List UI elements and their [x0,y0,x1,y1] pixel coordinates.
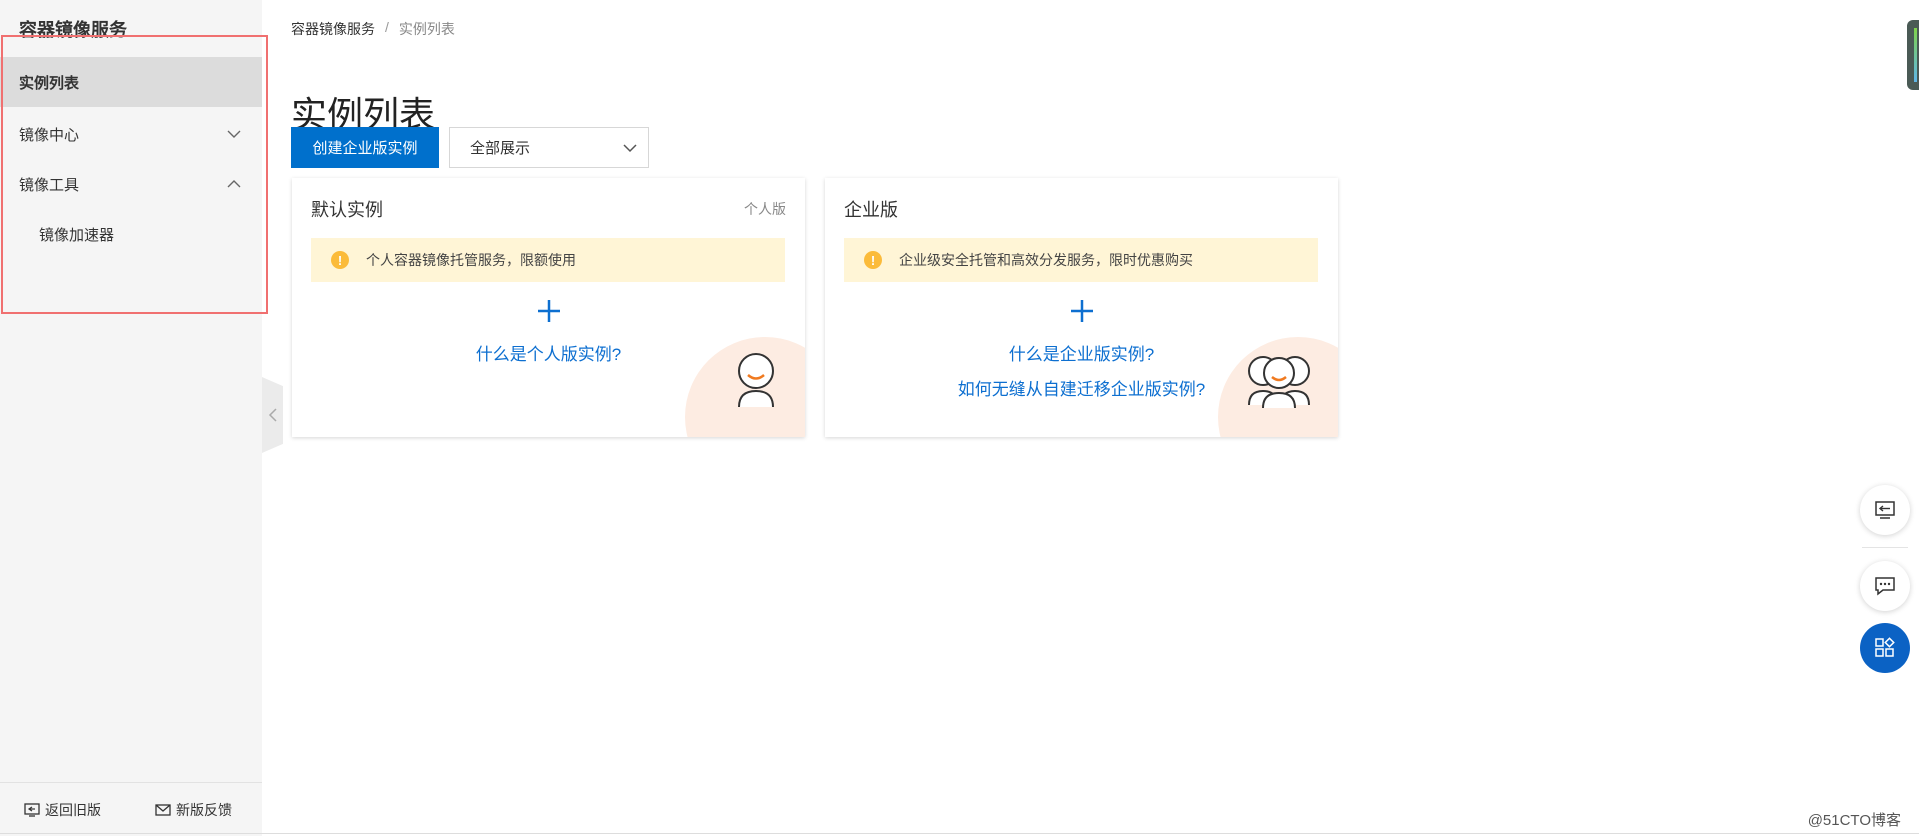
sidebar-item-instance-list[interactable]: 实例列表 [0,57,262,107]
apps-float-button[interactable] [1860,623,1910,673]
chevron-left-icon [268,408,277,422]
exit-icon [1875,501,1895,519]
watermark: @51CTO博客 [1807,812,1901,829]
chevron-up-icon [227,180,241,188]
breadcrumb-root[interactable]: 容器镜像服务 [291,19,375,39]
card-title: 企业版 [844,200,898,220]
sidebar-item-image-accelerator[interactable]: 镜像加速器 [0,209,262,259]
chevron-down-icon [227,130,241,138]
display-filter-value: 全部展示 [470,140,531,157]
chat-icon [1875,577,1895,596]
warning-icon: ! [864,251,882,269]
breadcrumb-separator: / [385,19,389,35]
add-instance-plus[interactable] [292,298,805,329]
exit-float-button[interactable] [1860,485,1910,535]
notice-banner: ! 企业级安全托管和高效分发服务，限时优惠购买 [844,238,1318,282]
sidebar-footer: 返回旧版 新版反馈 [0,782,262,836]
bottom-divider [0,833,1919,834]
warning-icon: ! [331,251,349,269]
notice-banner: ! 个人容器镜像托管服务，限额使用 [311,238,785,282]
sidebar-item-label: 镜像工具 [19,176,80,194]
sidebar-item-label: 镜像中心 [19,126,80,144]
back-to-old-version-link[interactable]: 返回旧版 [24,800,101,820]
float-divider [1862,547,1908,548]
sidebar: 容器镜像服务 实例列表 镜像中心 镜像工具 镜像加速器 返回旧版 新版反馈 [0,0,268,836]
plus-icon [537,300,560,322]
sidebar-title: 容器镜像服务 [19,20,127,40]
display-filter-select[interactable]: 全部展示 [449,127,649,168]
plus-icon [1070,300,1093,322]
sidebar-item-image-center[interactable]: 镜像中心 [0,109,262,159]
mail-icon [155,803,171,816]
edition-tag: 个人版 [744,201,786,217]
sidebar-item-label: 镜像加速器 [39,226,115,244]
back-to-old-version-label: 返回旧版 [45,801,101,818]
feedback-link[interactable]: 新版反馈 [155,800,232,820]
apps-icon [1875,637,1895,657]
notice-text: 个人容器镜像托管服务，限额使用 [366,252,576,268]
person-icon [738,353,774,408]
sidebar-item-image-tools[interactable]: 镜像工具 [0,159,262,209]
edge-status-bar [1907,20,1919,90]
default-instance-card: 默认实例 个人版 ! 个人容器镜像托管服务，限额使用 什么是个人版实例? [292,178,805,437]
chat-float-button[interactable] [1860,561,1910,611]
breadcrumb-current: 实例列表 [398,21,455,37]
create-enterprise-instance-button[interactable]: 创建企业版实例 [291,127,439,168]
notice-text: 企业级安全托管和高效分发服务，限时优惠购买 [899,252,1193,268]
back-icon [24,802,40,817]
card-title: 默认实例 [311,200,383,220]
sidebar-collapse-handle[interactable] [262,377,283,453]
feedback-label: 新版反馈 [176,801,232,818]
sidebar-item-label: 实例列表 [19,74,80,92]
app-root: 容器镜像服务 实例列表 镜像中心 镜像工具 镜像加速器 返回旧版 新版反馈 容器… [0,0,1919,836]
add-instance-plus[interactable] [825,298,1338,329]
chevron-down-icon [623,144,637,153]
enterprise-card: 企业版 ! 企业级安全托管和高效分发服务，限时优惠购买 什么是企业版实例? 如何… [825,178,1338,437]
what-is-personal-link[interactable]: 什么是个人版实例? [292,340,805,365]
breadcrumb: 容器镜像服务 / 实例列表 [291,19,455,39]
group-icon [1248,356,1310,409]
